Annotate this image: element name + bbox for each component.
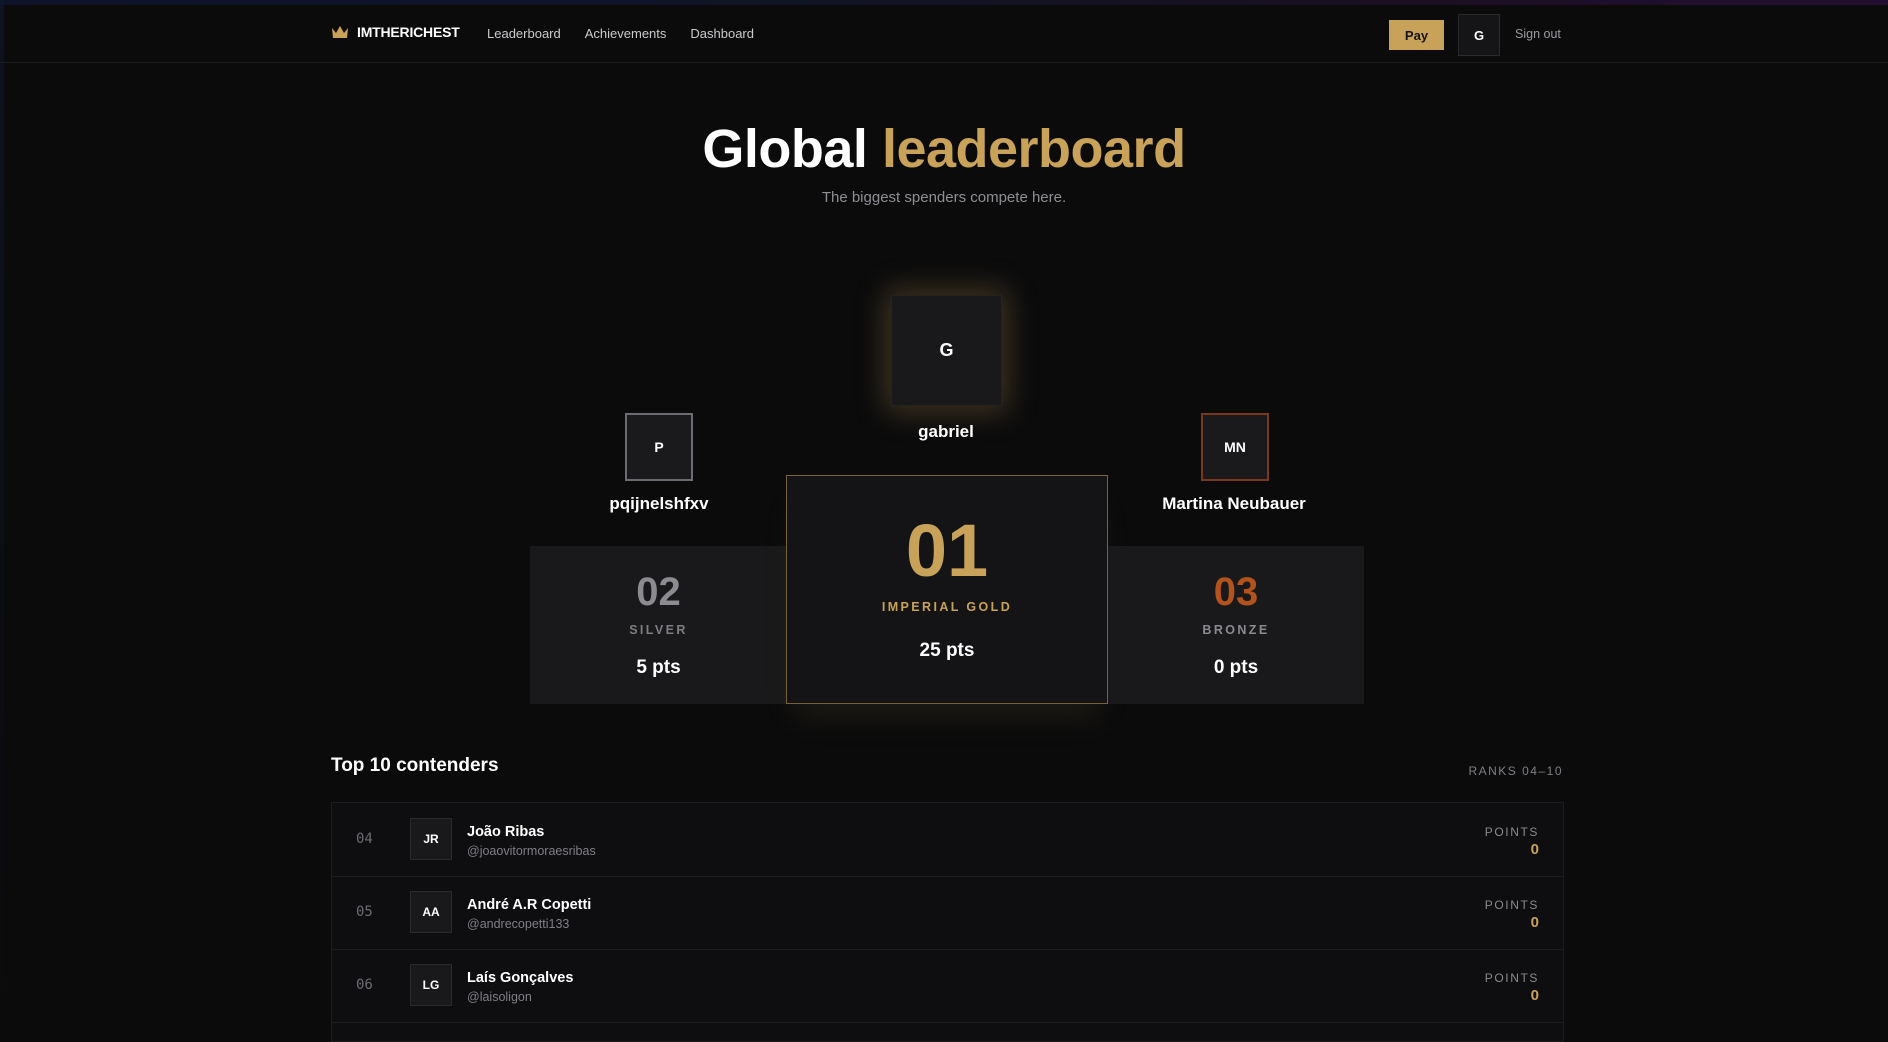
row-handle: @joaovitormoraesribas (467, 844, 596, 858)
first-place-podium: 01 IMPERIAL GOLD 25 pts (786, 475, 1108, 704)
first-place-points: 25 pts (919, 640, 975, 661)
table-row[interactable]: 04 JR João Ribas @joaovitormoraesribas P… (332, 803, 1563, 877)
row-name: André A.R Copetti (467, 897, 592, 913)
avatar: AA (410, 891, 452, 933)
second-place-avatar[interactable]: P (625, 413, 693, 481)
third-place-tier: BRONZE (1202, 623, 1270, 637)
top-nav-bar: IMTHERICHEST Leaderboard Achievements Da… (0, 0, 1888, 63)
contenders-title: Top 10 contenders (331, 755, 499, 776)
page-title-main: Global (702, 119, 868, 179)
row-points-label: POINTS (1484, 898, 1539, 912)
main-nav: Leaderboard Achievements Dashboard (487, 26, 754, 41)
third-place-name: Martina Neubauer (1162, 494, 1306, 513)
second-place-name: pqijnelshfxv (609, 494, 709, 513)
third-place-podium: 03 BRONZE 0 pts (1108, 546, 1364, 704)
first-place-name: gabriel (918, 422, 974, 441)
brand-logo[interactable]: IMTHERICHEST (331, 24, 460, 40)
contenders-list: 04 JR João Ribas @joaovitormoraesribas P… (331, 802, 1564, 1042)
row-rank: 05 (356, 904, 373, 920)
user-avatar-button[interactable]: G (1458, 14, 1500, 56)
pay-button[interactable]: Pay (1389, 20, 1444, 50)
row-handle: @andrecopetti133 (467, 917, 570, 931)
page-title: Global leaderboard (0, 118, 1888, 180)
third-place-points: 0 pts (1213, 657, 1259, 678)
table-row[interactable]: 06 LG Laís Gonçalves @laisoligon POINTS … (332, 949, 1563, 1023)
row-rank: 06 (356, 977, 373, 993)
nav-achievements[interactable]: Achievements (585, 26, 667, 41)
row-points-label: POINTS (1484, 825, 1539, 839)
row-name: João Ribas (467, 824, 545, 840)
sign-out-link[interactable]: Sign out (1515, 27, 1561, 41)
third-place-avatar[interactable]: MN (1201, 413, 1269, 481)
page-subtitle: The biggest spenders compete here. (821, 189, 1067, 206)
second-place-podium: 02 SILVER 5 pts (530, 546, 787, 704)
nav-dashboard[interactable]: Dashboard (690, 26, 754, 41)
row-points: 0 (1530, 987, 1539, 1004)
table-row[interactable]: 05 AA André A.R Copetti @andrecopetti133… (332, 876, 1563, 950)
row-points-label: POINTS (1484, 971, 1539, 985)
page-title-accent: leaderboard (881, 119, 1186, 179)
second-place-tier: SILVER (629, 623, 688, 637)
first-place-rank: 01 (905, 509, 989, 592)
row-name: Laís Gonçalves (467, 970, 574, 986)
brand-name: IMTHERICHEST (357, 24, 460, 40)
third-place-rank: 03 (1213, 570, 1259, 614)
row-points: 0 (1530, 841, 1539, 858)
second-place-rank: 02 (636, 570, 681, 614)
avatar: JR (410, 818, 452, 860)
first-place-avatar[interactable]: G (891, 295, 1002, 406)
row-handle: @laisoligon (467, 990, 532, 1004)
first-place-tier: IMPERIAL GOLD (881, 600, 1013, 614)
avatar: LG (410, 964, 452, 1006)
crown-icon (332, 26, 348, 38)
second-place-points: 5 pts (636, 657, 681, 678)
row-points: 0 (1530, 914, 1539, 931)
row-rank: 04 (356, 831, 373, 847)
nav-leaderboard[interactable]: Leaderboard (487, 26, 561, 41)
contenders-range: RANKS 04–10 (1468, 764, 1563, 778)
